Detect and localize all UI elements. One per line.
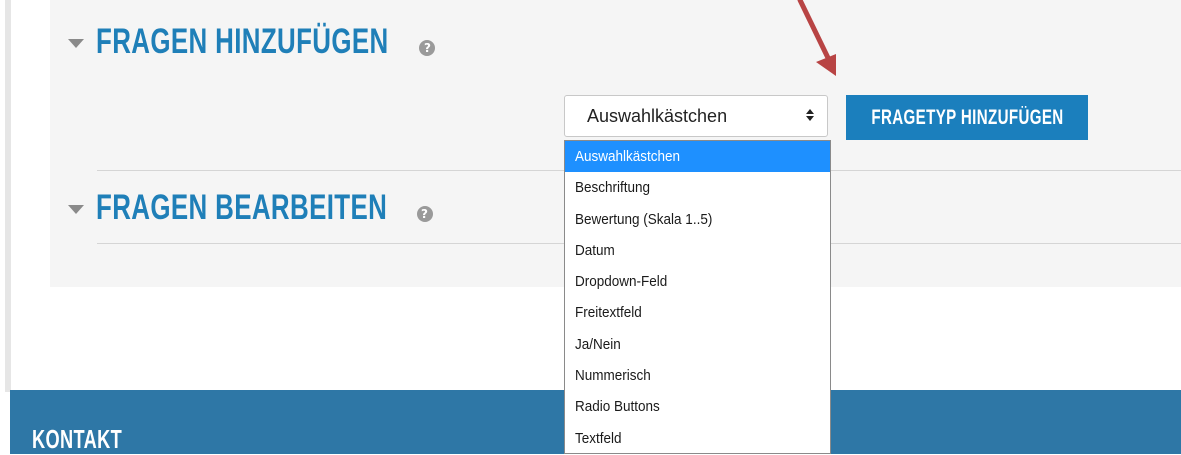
option-label: Beschriftung bbox=[575, 179, 651, 197]
dropdown-option[interactable]: Beschriftung bbox=[565, 172, 830, 203]
option-label: Ja/Nein bbox=[575, 335, 621, 353]
dropdown-option[interactable]: Radio Buttons bbox=[565, 391, 830, 422]
collapse-chevron-icon[interactable] bbox=[68, 204, 84, 214]
select-value: Auswahlkästchen bbox=[587, 105, 728, 126]
help-icon[interactable]: ? bbox=[419, 40, 436, 56]
option-label: Dropdown-Feld bbox=[575, 273, 668, 291]
section-title: FRAGEN BEARBEITEN bbox=[96, 188, 388, 227]
dropdown-option[interactable]: Textfeld bbox=[565, 423, 830, 454]
footer-title-text: KONTAKT bbox=[32, 424, 123, 454]
dropdown-option[interactable]: Dropdown-Feld bbox=[565, 266, 830, 297]
option-label: Freitextfeld bbox=[575, 304, 642, 322]
question-type-select[interactable]: Auswahlkästchen bbox=[564, 95, 828, 137]
dropdown-option[interactable]: Nummerisch bbox=[565, 360, 830, 391]
footer-title: KONTAKT bbox=[32, 424, 161, 455]
dropdown-option[interactable]: Freitextfeld bbox=[565, 297, 830, 328]
section-title: FRAGEN HINZUFÜGEN bbox=[96, 22, 389, 61]
dropdown-option[interactable]: Auswahlkästchen bbox=[565, 141, 830, 173]
add-question-type-label: FRAGETYP HINZUFÜGEN bbox=[870, 105, 1064, 129]
dropdown-option[interactable]: Ja/Nein bbox=[565, 329, 830, 360]
option-label: Textfeld bbox=[575, 429, 622, 447]
collapse-chevron-icon[interactable] bbox=[68, 38, 84, 48]
option-label: Nummerisch bbox=[575, 367, 651, 385]
dropdown-option[interactable]: Bewertung (Skala 1..5) bbox=[565, 204, 830, 235]
annotation-arrow-icon bbox=[797, 0, 836, 76]
left-border bbox=[5, 0, 11, 392]
dropdown-option[interactable]: Datum bbox=[565, 235, 830, 266]
option-label: Auswahlkästchen bbox=[575, 148, 681, 165]
help-icon[interactable]: ? bbox=[416, 206, 433, 222]
option-label: Datum bbox=[575, 241, 615, 259]
option-label: Bewertung (Skala 1..5) bbox=[575, 210, 713, 228]
question-type-dropdown-list[interactable]: Auswahlkästchen Beschriftung Bewertung (… bbox=[564, 140, 831, 454]
section-edit-questions[interactable]: FRAGEN BEARBEITEN ? bbox=[68, 188, 433, 228]
add-question-type-button[interactable]: FRAGETYP HINZUFÜGEN bbox=[846, 95, 1088, 140]
section-add-questions[interactable]: FRAGEN HINZUFÜGEN ? bbox=[68, 22, 436, 62]
option-label: Radio Buttons bbox=[575, 398, 660, 416]
select-arrows-icon bbox=[805, 109, 815, 123]
